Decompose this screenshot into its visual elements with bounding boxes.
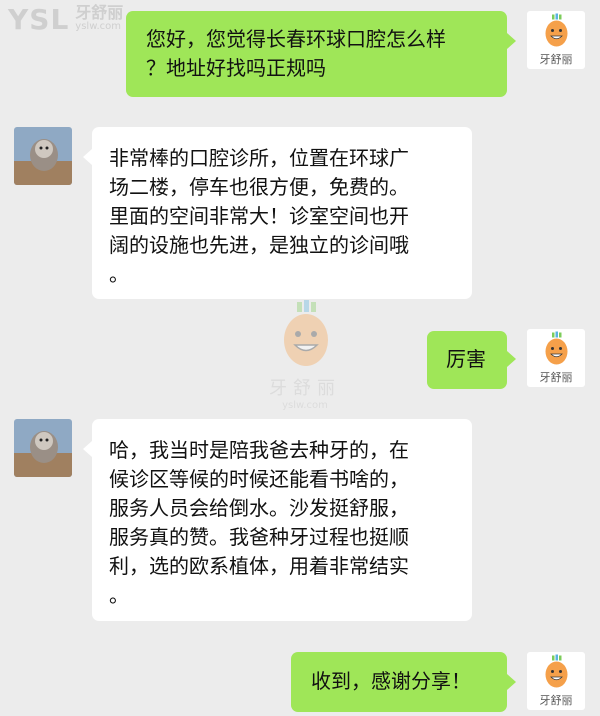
carrot-mascot-icon: [545, 331, 568, 365]
watermark-logo: YSL 牙舒丽 yslw.com: [0, 0, 123, 42]
center-watermark-url: yslw.com: [282, 400, 328, 411]
message-bubble[interactable]: 哈，我当时是陪我爸去种牙的，在 候诊区等候的时候还能看书啥的， 服务人员会给倒水…: [92, 419, 472, 621]
message-text-line: 非常棒的口腔诊所，位置在环球广: [109, 146, 409, 170]
avatar[interactable]: 牙舒丽: [527, 652, 585, 710]
avatar[interactable]: 牙舒丽: [527, 329, 585, 387]
message-text-line: 场二楼，停车也很方便，免费的。: [109, 175, 409, 199]
message-text-line: 服务人员会给倒水。沙发挺舒服，: [109, 496, 409, 520]
message-text-line: 。: [109, 583, 129, 607]
watermark-name: 牙舒丽: [75, 3, 124, 22]
carrot-mascot-icon: [545, 13, 568, 47]
message-text-line: 里面的空间非常大！诊室空间也开: [109, 204, 409, 228]
message-text-line: 厉害: [446, 347, 486, 371]
center-watermark: 牙舒丽 yslw.com: [260, 300, 350, 420]
message-text-line: ？地址好找吗正规吗: [146, 56, 326, 80]
message-bubble[interactable]: 厉害: [427, 331, 507, 389]
watermark-ysl: YSL: [8, 3, 70, 36]
watermark-url: yslw.com: [75, 21, 121, 32]
message-text-line: 。: [109, 262, 129, 286]
center-watermark-name: 牙舒丽: [269, 378, 341, 399]
avatar-photo-icon: [14, 419, 72, 477]
message-text-line: 哈，我当时是陪我爸去种牙的，在: [109, 438, 409, 462]
message-bubble[interactable]: 非常棒的口腔诊所，位置在环球广 场二楼，停车也很方便，免费的。 里面的空间非常大…: [92, 127, 472, 299]
avatar[interactable]: [14, 127, 72, 185]
carrot-mascot-icon: [545, 654, 568, 688]
avatar-label: 牙舒丽: [539, 53, 573, 66]
avatar-label: 牙舒丽: [539, 371, 573, 384]
avatar[interactable]: [14, 419, 72, 477]
message-text-line: 收到，感谢分享！: [311, 669, 471, 693]
message-text-line: 您好，您觉得长春环球口腔怎么样: [146, 27, 446, 51]
message-text-line: 候诊区等候的时候还能看书啥的，: [109, 467, 409, 491]
carrot-mascot-icon: [284, 300, 328, 366]
message-text-line: 阔的设施也先进，是独立的诊间哦: [109, 233, 409, 257]
message-bubble[interactable]: 收到，感谢分享！: [291, 652, 507, 712]
message-bubble[interactable]: 您好，您觉得长春环球口腔怎么样 ？地址好找吗正规吗: [126, 11, 507, 97]
avatar-photo-icon: [14, 127, 72, 185]
message-text-line: 服务真的赞。我爸种牙过程也挺顺: [109, 525, 409, 549]
avatar[interactable]: 牙舒丽: [527, 11, 585, 69]
message-text-line: 利，选的欧系植体，用着非常结实: [109, 554, 409, 578]
avatar-label: 牙舒丽: [539, 694, 573, 707]
